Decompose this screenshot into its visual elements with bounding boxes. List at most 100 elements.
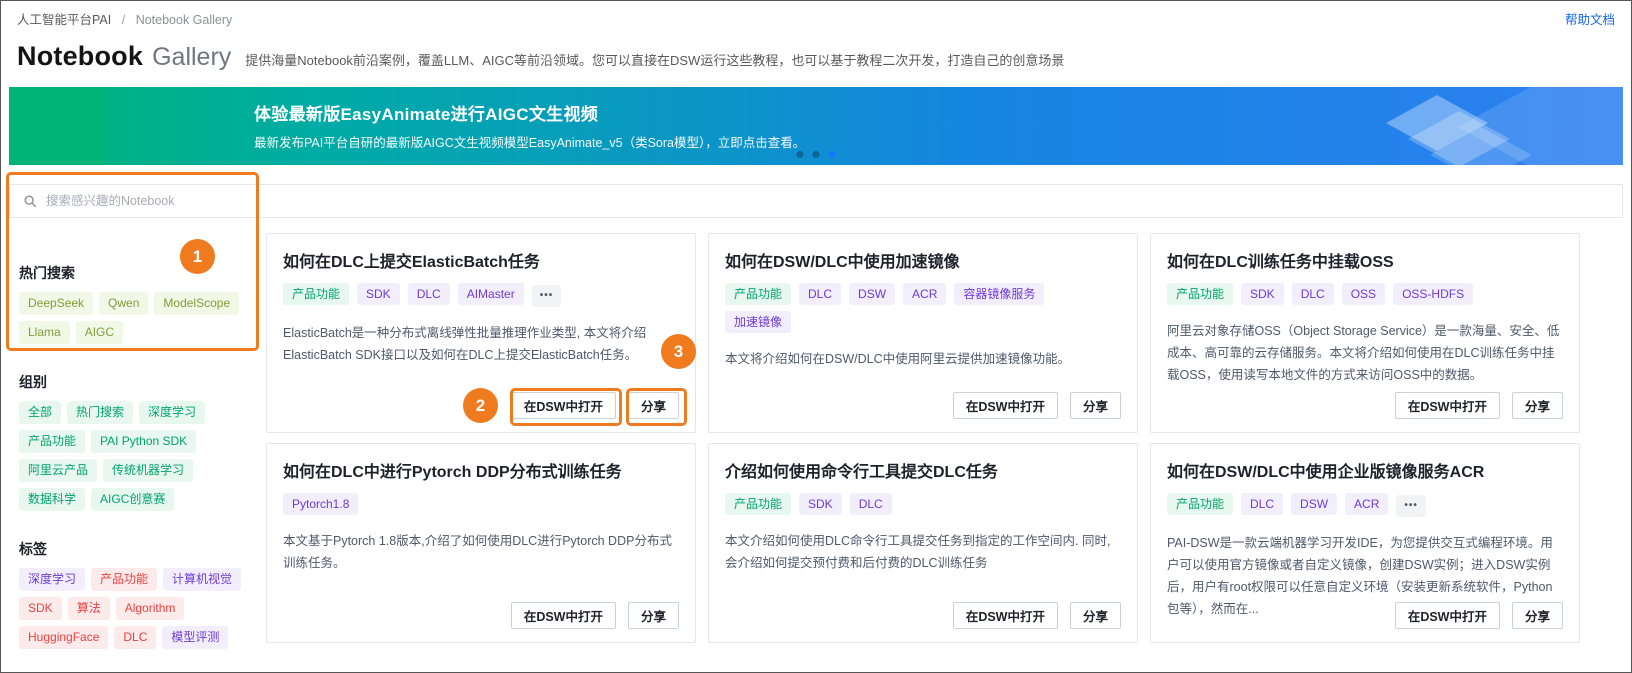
open-in-dsw-button[interactable]: 在DSW中打开 <box>510 602 616 629</box>
sidebar-section: 热门搜索 DeepSeek Qwen ModelScope Llama AIGC <box>19 263 253 350</box>
card-tag[interactable]: 容器镜像服务 <box>954 283 1045 305</box>
card-actions: 在DSW中打开 分享 <box>510 602 679 629</box>
notebook-card: 如何在DSW/DLC中使用加速镜像 产品功能 DLC DSW ACR 容器镜像服务加速镜像… <box>708 233 1138 433</box>
open-in-dsw-button[interactable]: 在DSW中打开 <box>1394 602 1500 629</box>
search-input[interactable] <box>46 194 1609 208</box>
card-tag[interactable]: 产品功能 <box>1167 493 1234 515</box>
card-tag[interactable]: OSS-HDFS <box>1393 283 1474 305</box>
carousel-dot[interactable] <box>812 151 820 158</box>
filter-tag[interactable]: AIGC创意赛 <box>91 488 175 511</box>
card-tag[interactable]: DSW <box>849 283 896 305</box>
card-tag[interactable]: SDK <box>1241 283 1284 305</box>
card-tag[interactable]: DLC <box>1291 283 1334 305</box>
share-button[interactable]: 分享 <box>627 392 679 419</box>
filter-tag[interactable]: 深度学习 <box>19 568 86 591</box>
filter-tag[interactable]: 全部 <box>19 401 62 424</box>
open-in-dsw-button[interactable]: 在DSW中打开 <box>1394 392 1500 419</box>
more-tags-button[interactable]: ••• <box>1396 495 1426 517</box>
filter-tag[interactable]: 计算机视觉 <box>163 568 242 591</box>
card-tag[interactable]: 加速镜像 <box>725 311 792 333</box>
pai-notebook-gallery-page: 人工智能平台PAI / Notebook Gallery 帮助文档 Notebo… <box>0 0 1632 673</box>
notebook-card: 如何在DLC训练任务中挂载OSS 产品功能 SDK DLC OSS OSS-HDFS 阿里云… <box>1150 233 1580 433</box>
carousel-dots <box>796 151 836 158</box>
notebook-card: 如何在DLC中进行Pytorch DDP分布式训练任务 Pytorch1.8 本文基… <box>266 443 696 643</box>
card-tag[interactable]: ACR <box>903 283 947 305</box>
filter-tag[interactable]: 产品功能 <box>91 568 158 591</box>
breadcrumb-root[interactable]: 人工智能平台PAI <box>17 13 111 27</box>
filter-tag[interactable]: ModelScope <box>154 292 240 315</box>
filter-tag[interactable]: 算法 <box>67 597 110 620</box>
card-tag[interactable]: AIMaster <box>457 283 524 305</box>
card-tag[interactable]: DLC <box>849 493 892 515</box>
filter-tag[interactable]: 产品功能 <box>19 430 86 453</box>
card-tag[interactable]: DSW <box>1291 493 1338 515</box>
breadcrumb-separator: / <box>121 12 126 27</box>
card-tag[interactable]: Pytorch1.8 <box>283 493 359 515</box>
filter-tag[interactable]: 阿里云产品 <box>19 459 98 482</box>
filter-tag[interactable]: PAI Python SDK <box>91 430 197 453</box>
card-tag[interactable]: 产品功能 <box>283 283 350 305</box>
filter-tag[interactable]: Algorithm <box>115 597 185 620</box>
share-button[interactable]: 分享 <box>627 602 679 629</box>
filter-tag[interactable]: 数据科学 <box>19 488 86 511</box>
filter-tag[interactable]: DeepSeek <box>19 292 94 315</box>
breadcrumb: 人工智能平台PAI / Notebook Gallery <box>17 9 232 28</box>
card-tag[interactable]: ACR <box>1345 493 1389 515</box>
card-actions: 在DSW中打开 分享 <box>1394 392 1563 419</box>
card-actions: 在DSW中打开 分享 <box>1394 602 1563 629</box>
filter-tag[interactable]: DLC <box>114 626 157 649</box>
card-title: 如何在DLC训练任务中挂载OSS <box>1167 254 1394 271</box>
sidebar-section-title: 标签 <box>19 541 47 557</box>
sidebar-tag-list: DeepSeek Qwen ModelScope Llama AIGC <box>19 292 253 350</box>
card-title: 如何在DLC上提交ElasticBatch任务 <box>283 254 540 271</box>
breadcrumb-current: Notebook Gallery <box>135 12 233 27</box>
filter-tag[interactable]: 深度学习 <box>139 401 206 424</box>
card-tag[interactable]: OSS <box>1341 283 1386 305</box>
search-bar <box>9 184 1623 218</box>
share-button[interactable]: 分享 <box>1511 392 1563 419</box>
more-tags-button[interactable]: ••• <box>531 285 562 307</box>
filter-tag[interactable]: HuggingFace <box>19 626 109 649</box>
share-button[interactable]: 分享 <box>1069 602 1121 629</box>
banner-subtitle: 最新发布PAI平台自研的最新版AIGC文生视频模型EasyAnimate_v5（… <box>254 136 806 150</box>
card-tag-list: 产品功能 DLC DSW ACR 容器镜像服务加速镜像 <box>725 283 1121 339</box>
card-tag[interactable]: 产品功能 <box>1167 283 1234 305</box>
page-title-secondary: Gallery <box>152 43 232 71</box>
page-header: Notebook Gallery 提供海量Notebook前沿案例，覆盖LLM、… <box>17 31 1615 72</box>
share-button[interactable]: 分享 <box>1511 602 1563 629</box>
filter-tag[interactable]: 热门搜索 <box>67 401 134 424</box>
filter-tag[interactable]: SDK <box>19 597 62 620</box>
open-in-dsw-button[interactable]: 在DSW中打开 <box>952 392 1058 419</box>
notebook-card: 如何在DLC上提交ElasticBatch任务产品功能 SDK DLC AIMaste… <box>266 233 696 433</box>
card-tag[interactable]: DLC <box>1241 493 1284 515</box>
banner-left-block <box>9 87 103 165</box>
sidebar-section-title: 热门搜索 <box>19 265 75 281</box>
card-description: 本文介绍如何使用DLC命令行工具提交任务到指定的工作空间内. 同时,会介绍如何提… <box>725 534 1111 570</box>
card-tag[interactable]: SDK <box>357 283 400 305</box>
card-title: 介绍如何使用命令行工具提交DLC任务 <box>725 464 998 481</box>
card-tag[interactable]: DLC <box>799 283 842 305</box>
card-tag[interactable]: 产品功能 <box>725 493 792 515</box>
page-title-primary: Notebook <box>17 41 144 71</box>
card-tag[interactable]: SDK <box>799 493 842 515</box>
filter-tag[interactable]: Llama <box>19 321 70 344</box>
filter-tag[interactable]: AIGC <box>75 321 124 344</box>
filter-tag[interactable]: 模型评测 <box>162 626 229 649</box>
card-tag-list: 产品功能 DLC DSW ACR ••• <box>1167 493 1563 523</box>
open-in-dsw-button[interactable]: 在DSW中打开 <box>952 602 1058 629</box>
share-button[interactable]: 分享 <box>1069 392 1121 419</box>
card-tag[interactable]: DLC <box>407 283 450 305</box>
promo-banner[interactable]: 体验最新版EasyAnimate进行AIGC文生视频 最新发布PAI平台自研的最… <box>9 87 1623 165</box>
banner-text: 体验最新版EasyAnimate进行AIGC文生视频 最新发布PAI平台自研的最… <box>254 100 805 151</box>
card-title: 如何在DLC中进行Pytorch DDP分布式训练任务 <box>283 464 622 481</box>
banner-title: 体验最新版EasyAnimate进行AIGC文生视频 <box>254 105 599 124</box>
page-subtitle: 提供海量Notebook前沿案例，覆盖LLM、AIGC等前沿领域。您可以直接在D… <box>245 53 1065 68</box>
open-in-dsw-button[interactable]: 在DSW中打开 <box>510 392 616 419</box>
carousel-dot-active[interactable] <box>828 151 836 158</box>
card-actions: 在DSW中打开 分享 <box>952 392 1121 419</box>
filter-tag[interactable]: Qwen <box>99 292 149 315</box>
carousel-dot[interactable] <box>796 151 804 158</box>
filter-tag[interactable]: 传统机器学习 <box>103 459 194 482</box>
card-tag[interactable]: 产品功能 <box>725 283 792 305</box>
help-doc-link[interactable]: 帮助文档 <box>1565 9 1615 28</box>
